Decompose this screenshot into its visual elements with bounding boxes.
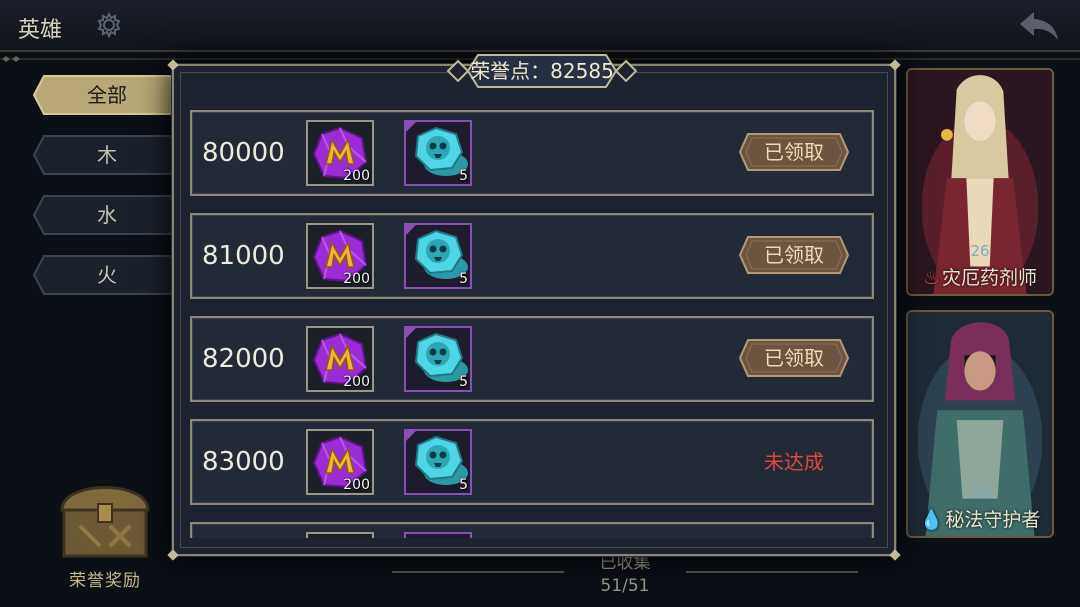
reward-item[interactable]: 5 — [404, 429, 472, 495]
not-reached-status: 未达成 — [764, 450, 824, 474]
reward-row: 81000 200 5 已领取 — [190, 213, 874, 299]
reward-quantity: 5 — [459, 374, 468, 390]
fire-element-icon: ♨ — [922, 267, 941, 289]
reward-item[interactable]: 5 — [404, 326, 472, 392]
claimed-label: 已领取 — [764, 140, 824, 164]
water-element-icon: 💧 — [919, 509, 944, 531]
filter-tab[interactable]: 木 — [32, 134, 182, 176]
reward-row: 82000 200 5 已领取 — [190, 316, 874, 402]
page-title: 英雄 — [18, 18, 63, 43]
required-points: 82000 — [202, 344, 285, 374]
claimed-button[interactable]: 已领取 — [738, 235, 850, 275]
reward-item[interactable]: 200 — [306, 120, 374, 186]
collection-progress: 已收集 51/51 — [560, 552, 690, 598]
reward-quantity: 5 — [459, 271, 468, 287]
claimed-button[interactable]: 已领取 — [738, 132, 850, 172]
reward-quantity: 200 — [343, 168, 370, 184]
reward-quantity: 200 — [343, 477, 370, 493]
corner-ornament — [167, 549, 179, 561]
reward-row — [190, 522, 874, 538]
divider — [392, 571, 564, 573]
required-points: 81000 — [202, 241, 285, 271]
reward-item[interactable]: 200 — [306, 429, 374, 495]
hero-card[interactable]: 26 💧 秘法守护者 — [906, 310, 1054, 538]
gear-icon[interactable] — [96, 12, 122, 38]
treasure-chest-icon[interactable] — [50, 470, 160, 562]
hero-portrait — [908, 70, 1052, 294]
hero-portrait — [908, 312, 1052, 536]
reward-item[interactable]: 5 — [404, 120, 472, 186]
filter-tab[interactable]: 水 — [32, 194, 182, 236]
reward-item[interactable] — [404, 532, 472, 538]
honor-points-value: 荣誉点：82585 — [470, 59, 614, 83]
filter-tab-label: 木 — [97, 143, 117, 167]
reward-quantity: 5 — [459, 477, 468, 493]
claimed-button[interactable]: 已领取 — [738, 338, 850, 378]
back-arrow-icon[interactable] — [1016, 8, 1062, 44]
filter-tab[interactable]: 全部 — [32, 74, 182, 116]
reward-row: 83000 200 5 未达成 — [190, 419, 874, 505]
hero-name: ♨ 灾厄药剂师 — [922, 267, 1038, 289]
reward-list[interactable]: 80000 200 5 已领取 81000 200 5 已领取 82000 200 5 已领取 8300… — [190, 110, 874, 538]
honor-reward-label[interactable]: 荣誉奖励 — [50, 566, 160, 591]
hero-level: 26 — [970, 242, 990, 260]
reward-quantity: 200 — [343, 271, 370, 287]
corner-ornament — [889, 549, 901, 561]
reward-item[interactable]: 200 — [306, 326, 374, 392]
required-points: 80000 — [202, 138, 285, 168]
reward-row: 80000 200 5 已领取 — [190, 110, 874, 196]
filter-tab[interactable]: 火 — [32, 254, 182, 296]
top-bar: 英雄 — [0, 0, 1080, 52]
filter-tab-label: 火 — [97, 263, 117, 287]
required-points: 83000 — [202, 447, 285, 477]
reward-item[interactable] — [306, 532, 374, 538]
hero-name: 💧 秘法守护者 — [919, 509, 1041, 531]
reward-quantity: 5 — [459, 168, 468, 184]
divider — [686, 571, 858, 573]
filter-tab-label: 全部 — [87, 83, 127, 107]
reward-item[interactable]: 200 — [306, 223, 374, 289]
claimed-label: 已领取 — [764, 346, 824, 370]
hero-level: 26 — [970, 484, 990, 502]
reward-quantity: 200 — [343, 374, 370, 390]
claimed-label: 已领取 — [764, 243, 824, 267]
reward-item[interactable]: 5 — [404, 223, 472, 289]
collection-count: 51/51 — [600, 576, 650, 596]
honor-points-header: 荣誉点：82585 — [444, 52, 640, 90]
filter-tab-label: 水 — [97, 203, 117, 227]
hero-card[interactable]: 26 ♨ 灾厄药剂师 — [906, 68, 1054, 296]
